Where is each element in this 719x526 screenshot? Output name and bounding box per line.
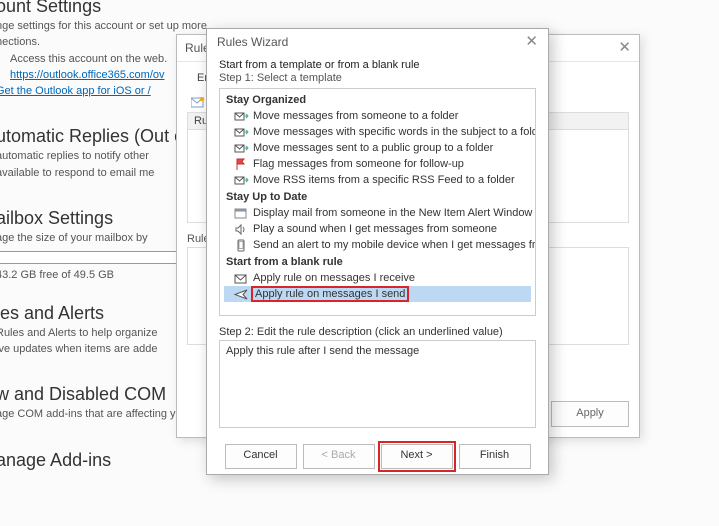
owa-link[interactable]: https://outlook.office365.com/ov bbox=[10, 69, 165, 81]
close-icon[interactable]: ✕ bbox=[525, 29, 538, 55]
rule-description-box[interactable]: Apply this rule after I send the message bbox=[219, 340, 536, 428]
wizard-button-row: Cancel < Back Next > Finish bbox=[219, 444, 536, 469]
new-rule-icon bbox=[191, 97, 205, 108]
back-button[interactable]: < Back bbox=[303, 444, 375, 469]
move-folder-icon bbox=[234, 110, 249, 123]
flag-icon bbox=[234, 158, 249, 171]
sound-icon bbox=[234, 223, 249, 236]
move-folder-icon bbox=[234, 142, 249, 155]
rules-wizard-dialog: Rules Wizard ✕ Start from a template or … bbox=[206, 28, 549, 475]
rss-icon bbox=[234, 174, 249, 187]
template-label: Send an alert to my mobile device when I… bbox=[253, 239, 536, 251]
group-stay-organized: Stay Organized bbox=[226, 94, 531, 106]
step2-label: Step 2: Edit the rule description (click… bbox=[219, 326, 536, 338]
next-button[interactable]: Next > bbox=[381, 444, 453, 469]
apply-button[interactable]: Apply bbox=[551, 401, 629, 427]
template-option[interactable]: Send an alert to my mobile device when I… bbox=[224, 237, 531, 253]
alert-window-icon bbox=[234, 207, 249, 220]
step1-label: Step 1: Select a template bbox=[219, 72, 536, 84]
template-option[interactable]: Move messages from someone to a folder bbox=[224, 108, 531, 124]
account-settings-heading: ount Settings bbox=[0, 0, 719, 17]
template-option[interactable]: Move messages sent to a public group to … bbox=[224, 140, 531, 156]
cancel-button[interactable]: Cancel bbox=[225, 444, 297, 469]
outlook-app-link[interactable]: Get the Outlook app for iOS or / bbox=[0, 85, 151, 97]
send-icon bbox=[234, 288, 249, 301]
template-list[interactable]: Stay Organized Move messages from someon… bbox=[219, 88, 536, 316]
close-icon[interactable]: ✕ bbox=[618, 35, 631, 61]
template-label: Move messages from someone to a folder bbox=[253, 110, 458, 122]
dialog-title: Rules Wizard bbox=[217, 29, 288, 55]
template-option-send[interactable]: Apply rule on messages I send bbox=[224, 286, 531, 302]
mailbox-quota-bar bbox=[0, 251, 188, 264]
wizard-top-label: Start from a template or from a blank ru… bbox=[219, 59, 536, 71]
template-option[interactable]: Flag messages from someone for follow-up bbox=[224, 156, 531, 172]
template-option[interactable]: Display mail from someone in the New Ite… bbox=[224, 205, 531, 221]
template-option[interactable]: Move RSS items from a specific RSS Feed … bbox=[224, 172, 531, 188]
move-folder-icon bbox=[234, 126, 249, 139]
template-label: Apply rule on messages I receive bbox=[253, 272, 415, 284]
template-option[interactable]: Play a sound when I get messages from so… bbox=[224, 221, 531, 237]
template-label: Play a sound when I get messages from so… bbox=[253, 223, 497, 235]
template-label: Move messages with specific words in the… bbox=[253, 126, 536, 138]
rule-description-text: Apply this rule after I send the message bbox=[226, 345, 419, 357]
group-stay-up-to-date: Stay Up to Date bbox=[226, 191, 531, 203]
template-option[interactable]: Move messages with specific words in the… bbox=[224, 124, 531, 140]
template-label: Flag messages from someone for follow-up bbox=[253, 158, 464, 170]
template-label: Apply rule on messages I send bbox=[255, 288, 405, 300]
mobile-alert-icon bbox=[234, 239, 249, 252]
template-label: Display mail from someone in the New Ite… bbox=[253, 207, 532, 219]
envelope-icon bbox=[234, 272, 249, 285]
template-label: Move RSS items from a specific RSS Feed … bbox=[253, 174, 515, 186]
dialog-titlebar: Rules Wizard ✕ bbox=[207, 29, 548, 55]
finish-button[interactable]: Finish bbox=[459, 444, 531, 469]
group-blank-rule: Start from a blank rule bbox=[226, 256, 531, 268]
template-label: Move messages sent to a public group to … bbox=[253, 142, 493, 154]
highlight-box: Apply rule on messages I send bbox=[251, 286, 409, 302]
template-option-receive[interactable]: Apply rule on messages I receive bbox=[224, 270, 531, 286]
